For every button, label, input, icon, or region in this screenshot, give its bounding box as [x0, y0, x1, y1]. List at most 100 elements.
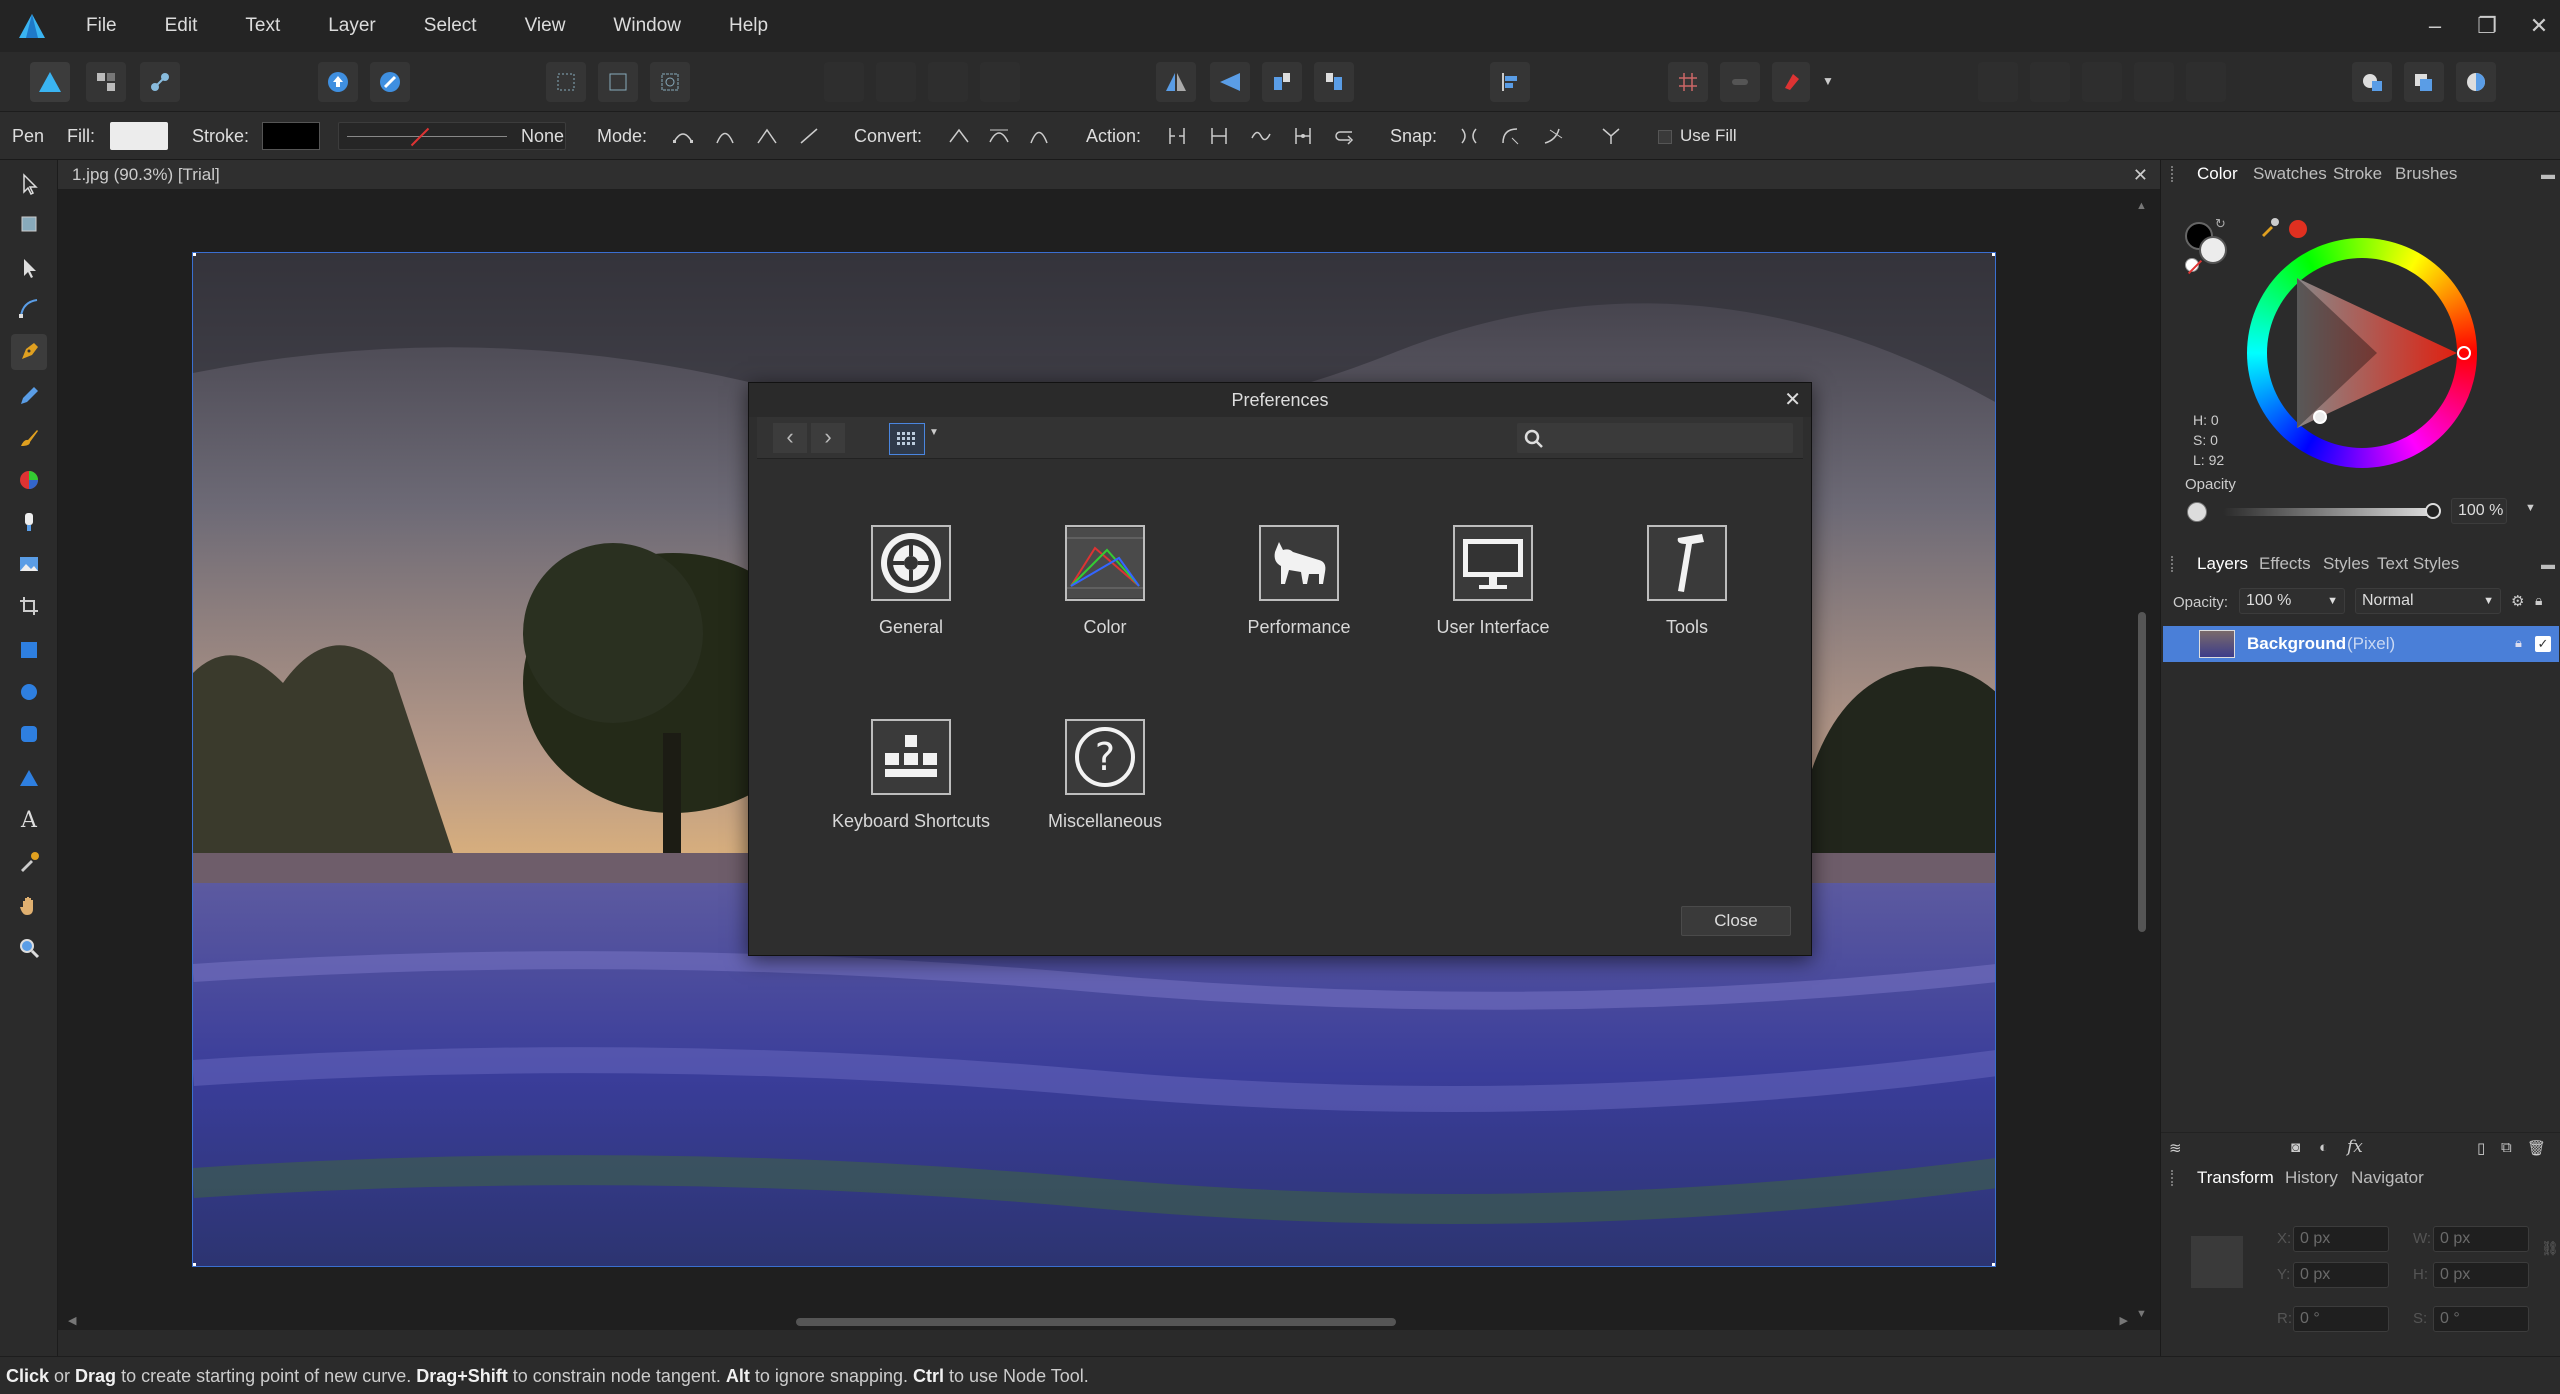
opacity-value-field[interactable]: 100 %: [2451, 498, 2507, 524]
menu-file[interactable]: File: [64, 0, 143, 52]
boolean-xor-icon[interactable]: [980, 62, 1020, 102]
picked-color-swatch[interactable]: [2289, 220, 2307, 238]
eyedropper-icon[interactable]: [2259, 216, 2281, 238]
scroll-right-icon[interactable]: ▶: [2120, 1314, 2128, 1327]
scroll-left-icon[interactable]: ◀: [68, 1314, 76, 1327]
menu-view[interactable]: View: [503, 0, 592, 52]
tab-history[interactable]: History: [2285, 1164, 2338, 1192]
view-dropdown-icon[interactable]: ▼: [929, 427, 939, 438]
document-tab[interactable]: 1.jpg (90.3%) [Trial] ✕: [58, 160, 2160, 190]
layers-stack-icon[interactable]: ≋: [2169, 1139, 2182, 1157]
line-mode-icon[interactable]: [794, 122, 824, 150]
fill-swatch[interactable]: [110, 122, 168, 150]
close-document-icon[interactable]: ✕: [2133, 160, 2148, 190]
smart-mode-icon[interactable]: [710, 122, 740, 150]
break-curve-icon[interactable]: [1162, 122, 1192, 150]
stroke-swatch[interactable]: [262, 122, 320, 150]
secondary-color-swatch[interactable]: [2199, 236, 2227, 264]
zoom-tool-icon[interactable]: [11, 930, 47, 966]
flip-vertical-icon[interactable]: [1210, 62, 1250, 102]
layer-row-background[interactable]: Background (Pixel) 🔒︎ ✓: [2163, 626, 2559, 662]
reverse-curves-icon[interactable]: [1330, 122, 1360, 150]
category-tools[interactable]: Tools: [1597, 525, 1777, 638]
anchor-selector[interactable]: [2191, 1236, 2243, 1288]
category-miscellaneous[interactable]: ? Miscellaneous: [1015, 719, 1195, 832]
snapping-icon[interactable]: [1772, 62, 1810, 102]
menu-edit[interactable]: Edit: [143, 0, 224, 52]
selection-handle[interactable]: [1992, 1263, 1995, 1266]
forward-arrow-icon[interactable]: ›: [811, 423, 845, 453]
color-picker-tool-icon[interactable]: [11, 844, 47, 880]
close-button[interactable]: Close: [1681, 906, 1791, 936]
snapping-dropdown-icon[interactable]: ▼: [1822, 74, 1834, 88]
search-input[interactable]: [1517, 423, 1793, 453]
snap-curves-icon[interactable]: [1496, 122, 1526, 150]
w-field[interactable]: 0 px: [2433, 1226, 2529, 1252]
opacity-dropdown-icon[interactable]: ▼: [2525, 502, 2536, 514]
quick-mask-icon[interactable]: [2352, 62, 2392, 102]
add-layer-icon[interactable]: ▯: [2477, 1139, 2485, 1157]
mask-icon[interactable]: ◙: [2291, 1139, 2300, 1156]
adjustment-icon[interactable]: ◐: [2319, 1139, 2328, 1156]
tab-effects[interactable]: Effects: [2259, 550, 2311, 578]
join-curves-icon[interactable]: [1288, 122, 1318, 150]
rotate-right-icon[interactable]: [1314, 62, 1354, 102]
brush-tool-icon[interactable]: [11, 420, 47, 456]
y-field[interactable]: 0 px: [2293, 1262, 2389, 1288]
snap-tangents-icon[interactable]: [1538, 122, 1568, 150]
brush-settings-icon[interactable]: [370, 62, 410, 102]
x-field[interactable]: 0 px: [2293, 1226, 2389, 1252]
horizontal-scrollbar[interactable]: ◀ ▶: [68, 1314, 2128, 1330]
color-wheel[interactable]: [2247, 238, 2477, 468]
crop-tool-icon[interactable]: [11, 588, 47, 624]
pixel-persona-icon[interactable]: [86, 62, 126, 102]
rectangle-tool-icon[interactable]: [11, 632, 47, 668]
fx-icon[interactable]: fx: [2347, 1137, 2363, 1157]
tab-stroke[interactable]: Stroke: [2333, 160, 2382, 188]
tab-brushes[interactable]: Brushes: [2395, 160, 2457, 188]
flip-horizontal-icon[interactable]: [1156, 62, 1196, 102]
tab-transform[interactable]: Transform: [2197, 1164, 2274, 1192]
arrange-group-icon[interactable]: [2186, 62, 2226, 102]
tone-handle[interactable]: [2313, 410, 2327, 424]
vertical-scrollbar[interactable]: ▲ ▼: [2136, 200, 2150, 1320]
panel-grip-icon[interactable]: [2171, 166, 2173, 182]
convert-smooth-icon[interactable]: [984, 122, 1014, 150]
select-all-icon[interactable]: [546, 62, 586, 102]
transparency-tool-icon[interactable]: [11, 504, 47, 540]
move-tool-icon[interactable]: [11, 166, 47, 202]
close-curve-icon[interactable]: [1204, 122, 1234, 150]
invert-selection-icon[interactable]: [650, 62, 690, 102]
scroll-up-icon[interactable]: ▲: [2136, 200, 2147, 212]
tab-text-styles[interactable]: Text Styles: [2377, 550, 2459, 578]
minimize-icon[interactable]: –: [2424, 13, 2446, 39]
category-keyboard-shortcuts[interactable]: Keyboard Shortcuts: [821, 719, 1001, 832]
rounded-rectangle-tool-icon[interactable]: [11, 716, 47, 752]
view-tool-icon[interactable]: [11, 206, 47, 242]
pen-tool-icon[interactable]: [11, 334, 47, 370]
color-mode-icon[interactable]: [2456, 62, 2496, 102]
arrange-front-icon[interactable]: [2134, 62, 2174, 102]
ellipse-tool-icon[interactable]: [11, 674, 47, 710]
category-user-interface[interactable]: User Interface: [1403, 525, 1583, 638]
layer-visibility-checkbox[interactable]: ✓: [2535, 636, 2551, 652]
selection-handle[interactable]: [193, 253, 196, 256]
text-tool-icon[interactable]: A: [11, 802, 47, 838]
grid-view-icon[interactable]: [889, 423, 925, 455]
scroll-down-icon[interactable]: ▼: [2136, 1308, 2147, 1320]
category-color[interactable]: Color: [1015, 525, 1195, 638]
menu-layer[interactable]: Layer: [306, 0, 402, 52]
horizontal-scroll-thumb[interactable]: [796, 1318, 1396, 1326]
tab-styles[interactable]: Styles: [2323, 550, 2369, 578]
layer-lock-icon[interactable]: 🔒︎: [2515, 635, 2522, 651]
polygon-mode-icon[interactable]: [752, 122, 782, 150]
layer-settings-icon[interactable]: ⚙: [2511, 592, 2524, 610]
tab-navigator[interactable]: Navigator: [2351, 1164, 2424, 1192]
tab-color[interactable]: Color: [2197, 160, 2238, 188]
rotation-field[interactable]: 0 °: [2293, 1306, 2389, 1332]
align-icon[interactable]: [1490, 62, 1530, 102]
no-color-icon[interactable]: [2185, 258, 2203, 275]
panel-grip-icon[interactable]: [2171, 556, 2173, 572]
arrange-backward-icon[interactable]: [2030, 62, 2070, 102]
snap-options-icon[interactable]: [1596, 122, 1626, 150]
